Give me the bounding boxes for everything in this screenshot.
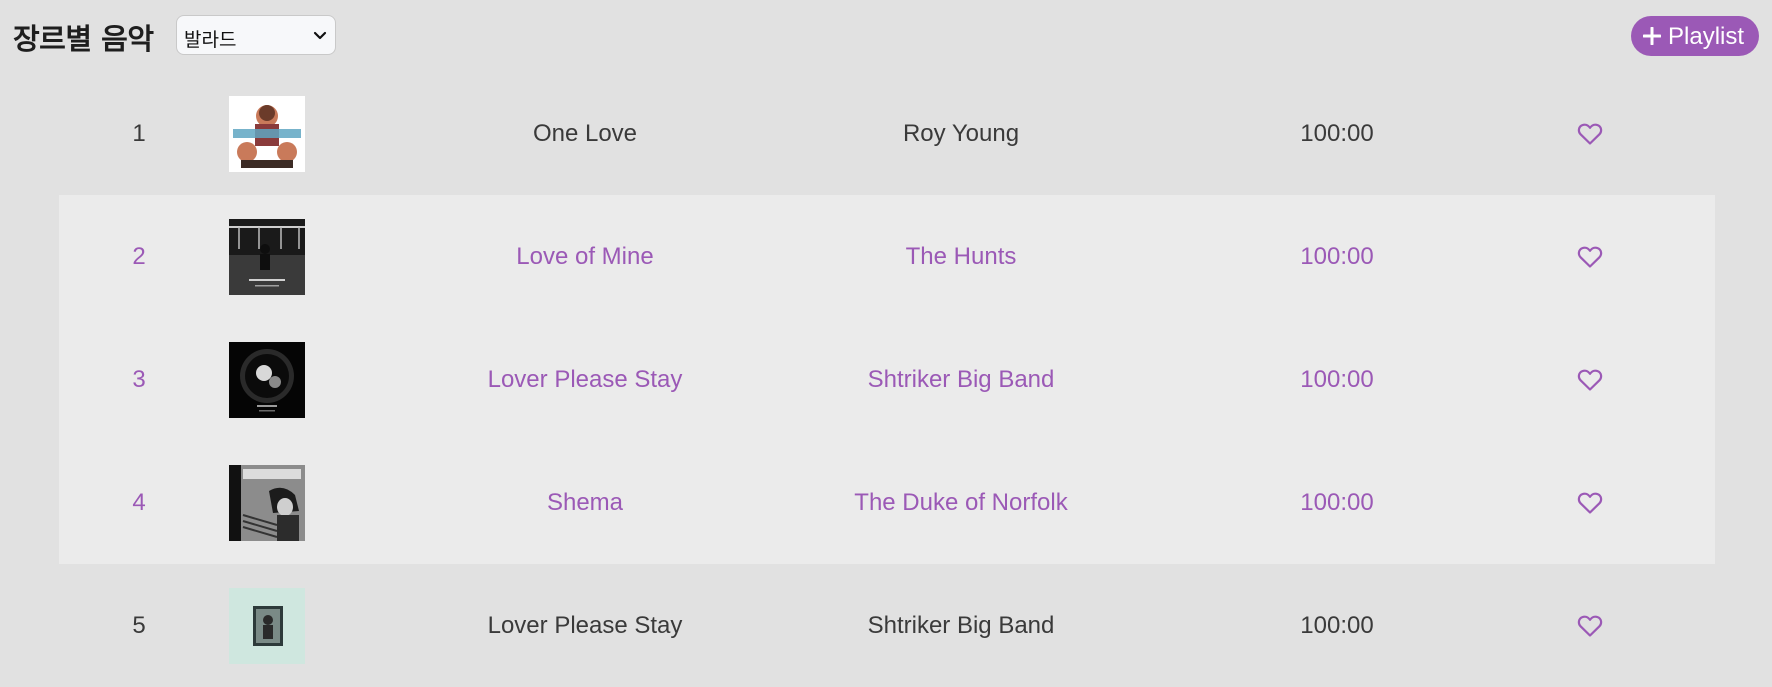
chevron-down-icon [313, 31, 327, 40]
track-duration: 100:00 [1300, 120, 1374, 147]
page-title: 장르별 음악 [13, 22, 154, 56]
track-duration: 100:00 [1300, 366, 1374, 393]
track-title[interactable]: Shema [385, 441, 785, 564]
album-cover-icon[interactable] [229, 219, 305, 295]
album-cover-icon[interactable] [229, 342, 305, 418]
track-list: 1 One Love Roy Young 100:00 2 Love of Mi… [0, 72, 1772, 664]
playlist-button-label: Playlist [1668, 23, 1745, 50]
track-rank: 5 [132, 612, 146, 639]
track-title[interactable]: Lover Please Stay [385, 564, 785, 687]
track-duration: 100:00 [1300, 243, 1374, 270]
track-row[interactable]: 5 Lover Please Stay Shtriker Big Band 10… [59, 564, 1715, 687]
track-row[interactable]: 2 Love of Mine The Hunts 100:00 [59, 195, 1715, 318]
heart-icon[interactable] [1577, 614, 1603, 638]
track-rank: 4 [132, 489, 146, 516]
top-bar: 장르별 음악 발라드 Playlist [0, 0, 1772, 72]
plus-icon [1643, 27, 1661, 45]
track-row[interactable]: 4 Shema The Duke of Norfolk 100:00 [59, 441, 1715, 564]
track-title[interactable]: One Love [385, 72, 785, 195]
track-artist[interactable]: Shtriker Big Band [761, 564, 1161, 687]
track-title[interactable]: Lover Please Stay [385, 318, 785, 441]
album-cover-icon[interactable] [229, 588, 305, 664]
genre-select-value: 발라드 [184, 29, 237, 51]
track-title[interactable]: Love of Mine [385, 195, 785, 318]
track-artist[interactable]: Roy Young [761, 72, 1161, 195]
heart-icon[interactable] [1577, 245, 1603, 269]
track-rank: 3 [132, 366, 146, 393]
track-artist[interactable]: The Duke of Norfolk [761, 441, 1161, 564]
track-row[interactable]: 3 Lover Please Stay Shtriker Big Band 10… [59, 318, 1715, 441]
track-duration: 100:00 [1300, 612, 1374, 639]
heart-icon[interactable] [1577, 491, 1603, 515]
heart-icon[interactable] [1577, 122, 1603, 146]
album-cover-icon[interactable] [229, 465, 305, 541]
track-duration: 100:00 [1300, 489, 1374, 516]
track-rank: 1 [132, 120, 146, 147]
album-cover-icon[interactable] [229, 96, 305, 172]
add-playlist-button[interactable]: Playlist [1631, 16, 1759, 56]
track-rank: 2 [132, 243, 146, 270]
track-artist[interactable]: The Hunts [761, 195, 1161, 318]
track-artist[interactable]: Shtriker Big Band [761, 318, 1161, 441]
heart-icon[interactable] [1577, 368, 1603, 392]
genre-select[interactable]: 발라드 [176, 15, 336, 55]
track-row[interactable]: 1 One Love Roy Young 100:00 [59, 72, 1715, 195]
